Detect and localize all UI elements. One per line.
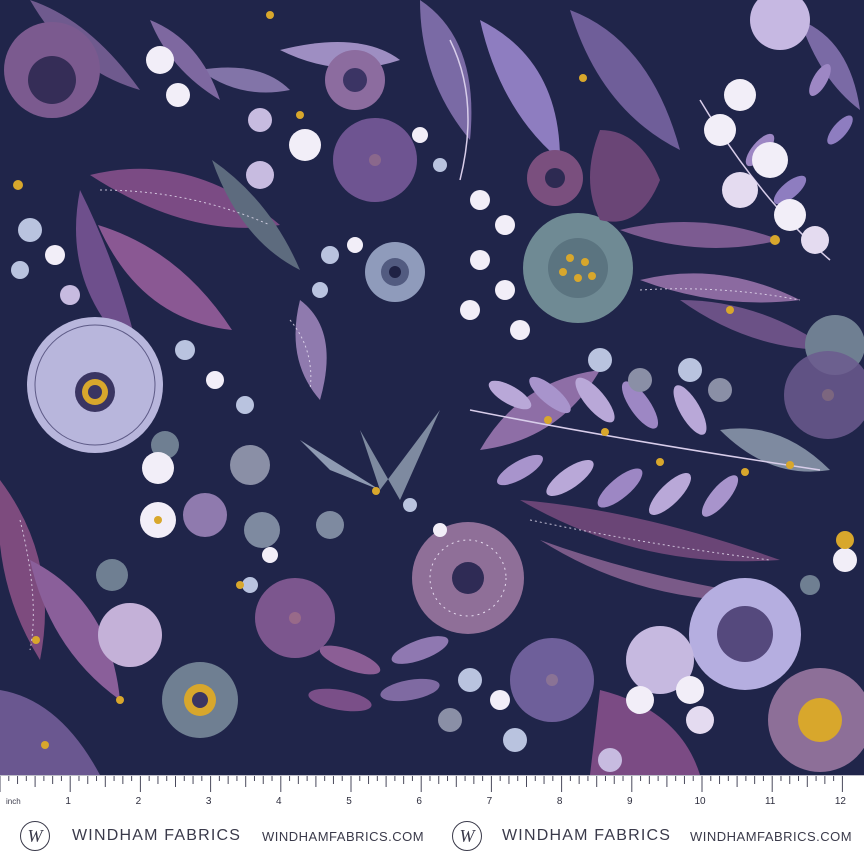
ruler-number: 12 [834, 796, 846, 807]
ruler-unit-label: inch [6, 797, 21, 806]
ruler-number: 1 [65, 796, 71, 807]
inch-ruler [0, 776, 843, 792]
windham-logo-icon: W [20, 821, 50, 851]
ruler-number: 7 [486, 796, 493, 807]
website-url-right: WINDHAMFABRICS.COM [690, 829, 853, 844]
selvage-ruler-band: inch 1 2 3 4 5 6 7 8 9 10 11 12 W WINDHAM FABRICS W… [0, 775, 864, 864]
ruler-number: 8 [556, 796, 563, 807]
ruler-number: 10 [694, 796, 706, 807]
brand-name-right: WINDHAM FABRICS [502, 827, 672, 844]
ruler-number: 2 [135, 796, 142, 807]
floral-fabric-print [0, 0, 864, 775]
ruler-number: 3 [205, 796, 212, 807]
fabric-swatch-sample: inch 1 2 3 4 5 6 7 8 9 10 11 12 W WINDHAM FABRICS W… [0, 0, 864, 864]
brand-name-left: WINDHAM FABRICS [72, 827, 242, 844]
ruler-number: 9 [627, 796, 633, 807]
ruler-number: 11 [764, 796, 776, 807]
windham-logo-icon: W [452, 821, 482, 851]
ruler-number: 5 [346, 796, 352, 807]
website-url-left: WINDHAMFABRICS.COM [262, 829, 425, 844]
ruler-number: 6 [416, 796, 422, 807]
selvage-branding: W WINDHAM FABRICS WINDHAMFABRICS.COM W W… [0, 814, 864, 862]
ruler-number: 4 [276, 796, 282, 807]
